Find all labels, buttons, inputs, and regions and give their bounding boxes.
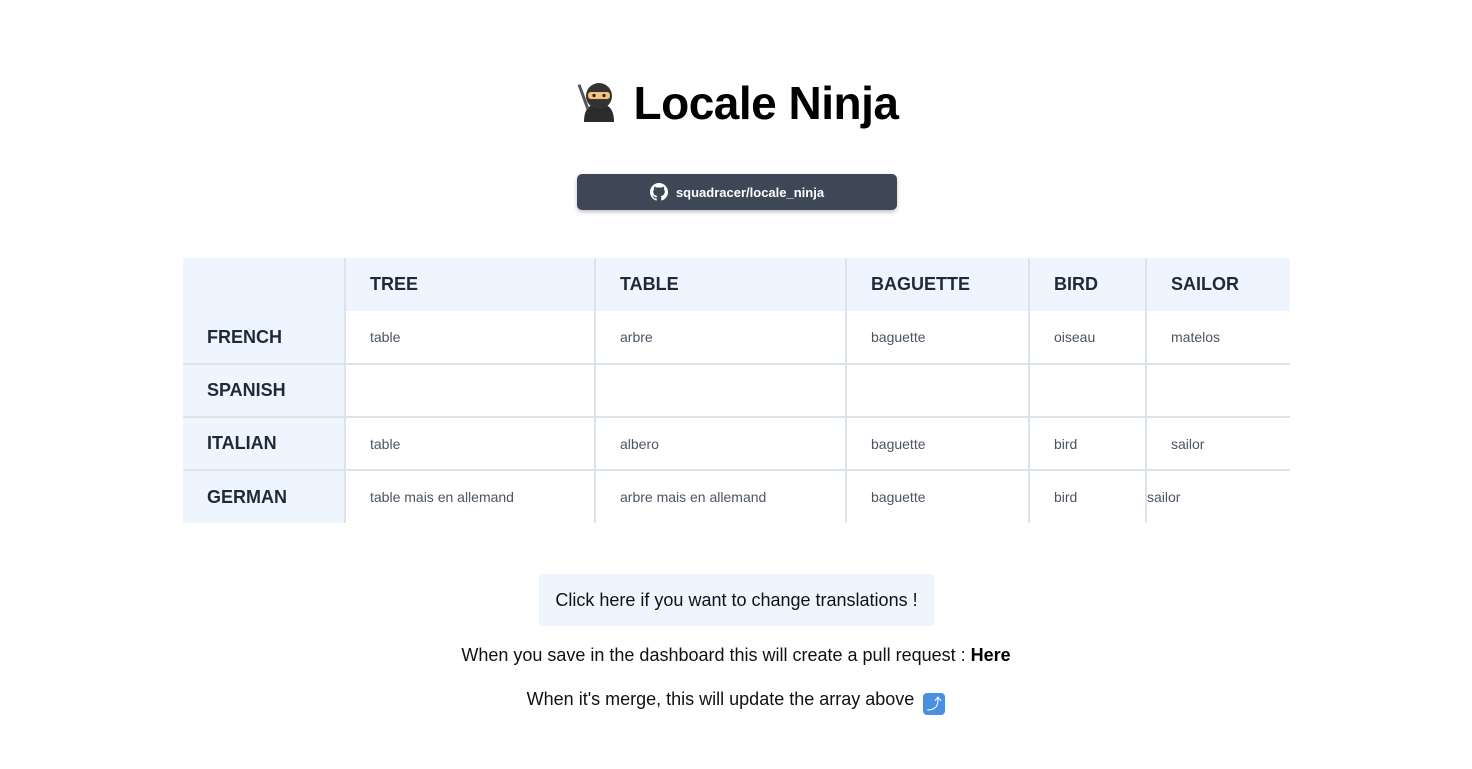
row-header-language: FRENCH — [183, 311, 346, 365]
page: Locale Ninja squadracer/locale_ninja TRE… — [0, 0, 1472, 769]
merge-text: When it's merge, this will update the ar… — [526, 689, 915, 709]
table-cell: matelos — [1146, 311, 1290, 365]
row-header-language: SPANISH — [183, 364, 346, 418]
table-cell: arbre — [595, 311, 847, 365]
table-cell: baguette — [846, 311, 1030, 365]
table-cell: albero — [595, 417, 847, 471]
table-cell: oiseau — [1029, 311, 1147, 365]
change-translations-button[interactable]: Click here if you want to change transla… — [539, 574, 934, 626]
merge-note: When it's merge, this will update the ar… — [0, 689, 1472, 715]
table-cell — [345, 364, 596, 418]
table-cell: arbre mais en allemand — [595, 470, 847, 523]
pull-request-text: When you save in the dashboard this will… — [461, 645, 971, 665]
table-row: GERMAN table mais en allemand arbre mais… — [183, 470, 1290, 523]
row-header-language: GERMAN — [183, 470, 346, 523]
table-cell: baguette — [846, 417, 1030, 471]
column-header-bird: BIRD — [1029, 258, 1147, 311]
table-row: ITALIAN table albero baguette bird sailo… — [183, 417, 1290, 471]
table-row: SPANISH — [183, 364, 1290, 418]
table-cell: table — [345, 311, 596, 365]
column-header-baguette: BAGUETTE — [846, 258, 1030, 311]
table-cell — [846, 364, 1030, 418]
table-cell: table mais en allemand — [345, 470, 596, 523]
table-cell — [595, 364, 847, 418]
table-row: FRENCH table arbre baguette oiseau matel… — [183, 311, 1290, 365]
table-cell: bird — [1029, 417, 1147, 471]
pull-request-note: When you save in the dashboard this will… — [0, 645, 1472, 666]
table-cell: sailor — [1146, 470, 1290, 523]
page-title-text: Locale Ninja — [633, 77, 899, 129]
pull-request-link[interactable]: Here — [971, 645, 1011, 665]
table-header-row: TREE TABLE BAGUETTE BIRD SAILOR — [183, 258, 1290, 311]
column-header-sailor: SAILOR — [1146, 258, 1290, 311]
ninja-icon — [577, 82, 614, 122]
row-header-language: ITALIAN — [183, 417, 346, 471]
page-title: Locale Ninja — [0, 72, 1472, 134]
github-icon — [649, 183, 668, 201]
github-repo-button[interactable]: squadracer/locale_ninja — [577, 174, 897, 210]
column-header-tree: TREE — [345, 258, 596, 311]
github-repo-label: squadracer/locale_ninja — [675, 184, 825, 200]
column-header — [183, 258, 346, 311]
table-cell: baguette — [846, 470, 1030, 523]
table-cell: sailor — [1146, 417, 1290, 471]
table-cell — [1029, 364, 1147, 418]
table-cell: table — [345, 417, 596, 471]
table-cell — [1146, 364, 1290, 418]
arrow-up-icon: ⤴ — [923, 693, 946, 715]
table-cell: bird — [1029, 470, 1147, 523]
column-header-table: TABLE — [595, 258, 847, 311]
translations-table: TREE TABLE BAGUETTE BIRD SAILOR FRENCH t… — [183, 258, 1290, 523]
